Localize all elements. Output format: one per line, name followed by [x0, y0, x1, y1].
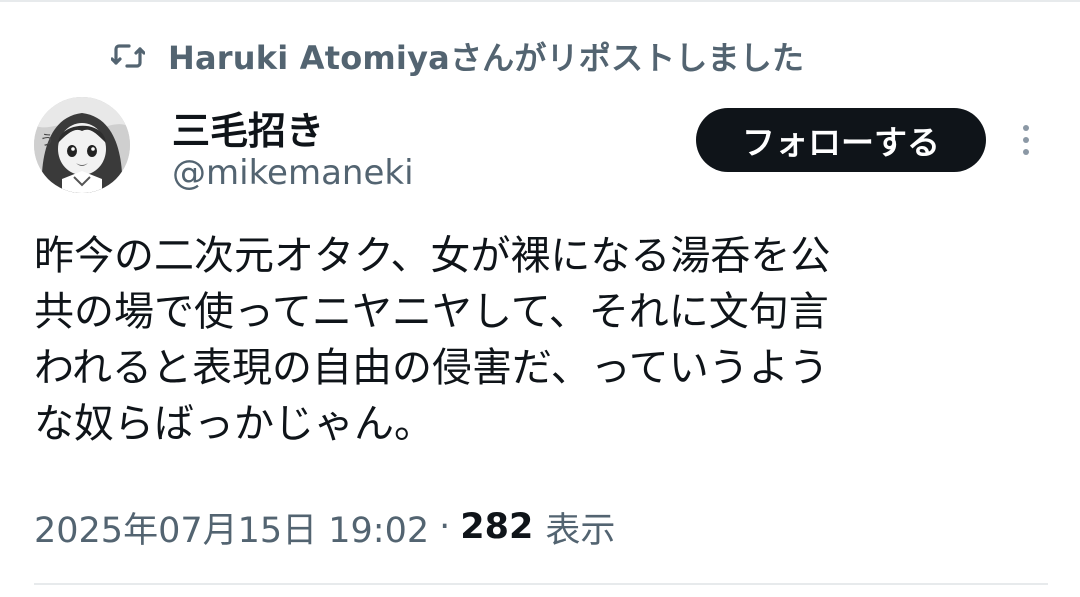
tweet-text: 昨今の二次元オタク、女が裸になる湯呑を公 共の場で使ってニヤニヤして、それに文句…: [34, 233, 831, 447]
views-count: 282: [460, 507, 534, 547]
repost-context[interactable]: Haruki Atomiyaさんがリポストしました: [110, 34, 804, 78]
follow-button[interactable]: フォローする: [696, 108, 986, 172]
more-vertical-icon[interactable]: [1012, 118, 1040, 162]
timestamp[interactable]: 2025年07月15日 19:02: [34, 502, 429, 553]
repost-label: Haruki Atomiyaさんがリポストしました: [168, 39, 805, 77]
meta-separator: ·: [439, 507, 451, 547]
avatar[interactable]: う: [34, 97, 130, 193]
repost-icon: [110, 38, 146, 74]
tweet-meta: 2025年07月15日 19:02 · 282 表示: [34, 502, 615, 552]
bottom-divider: [34, 583, 1048, 585]
tweet-card: Haruki Atomiyaさんがリポストしました う 三毛招き @mikema…: [0, 0, 1080, 597]
author-name[interactable]: 三毛招き: [172, 100, 324, 155]
author-handle[interactable]: @mikemaneki: [172, 153, 414, 193]
svg-text:う: う: [40, 133, 54, 149]
top-divider: [0, 0, 1080, 2]
views-label: 表示: [545, 510, 616, 551]
